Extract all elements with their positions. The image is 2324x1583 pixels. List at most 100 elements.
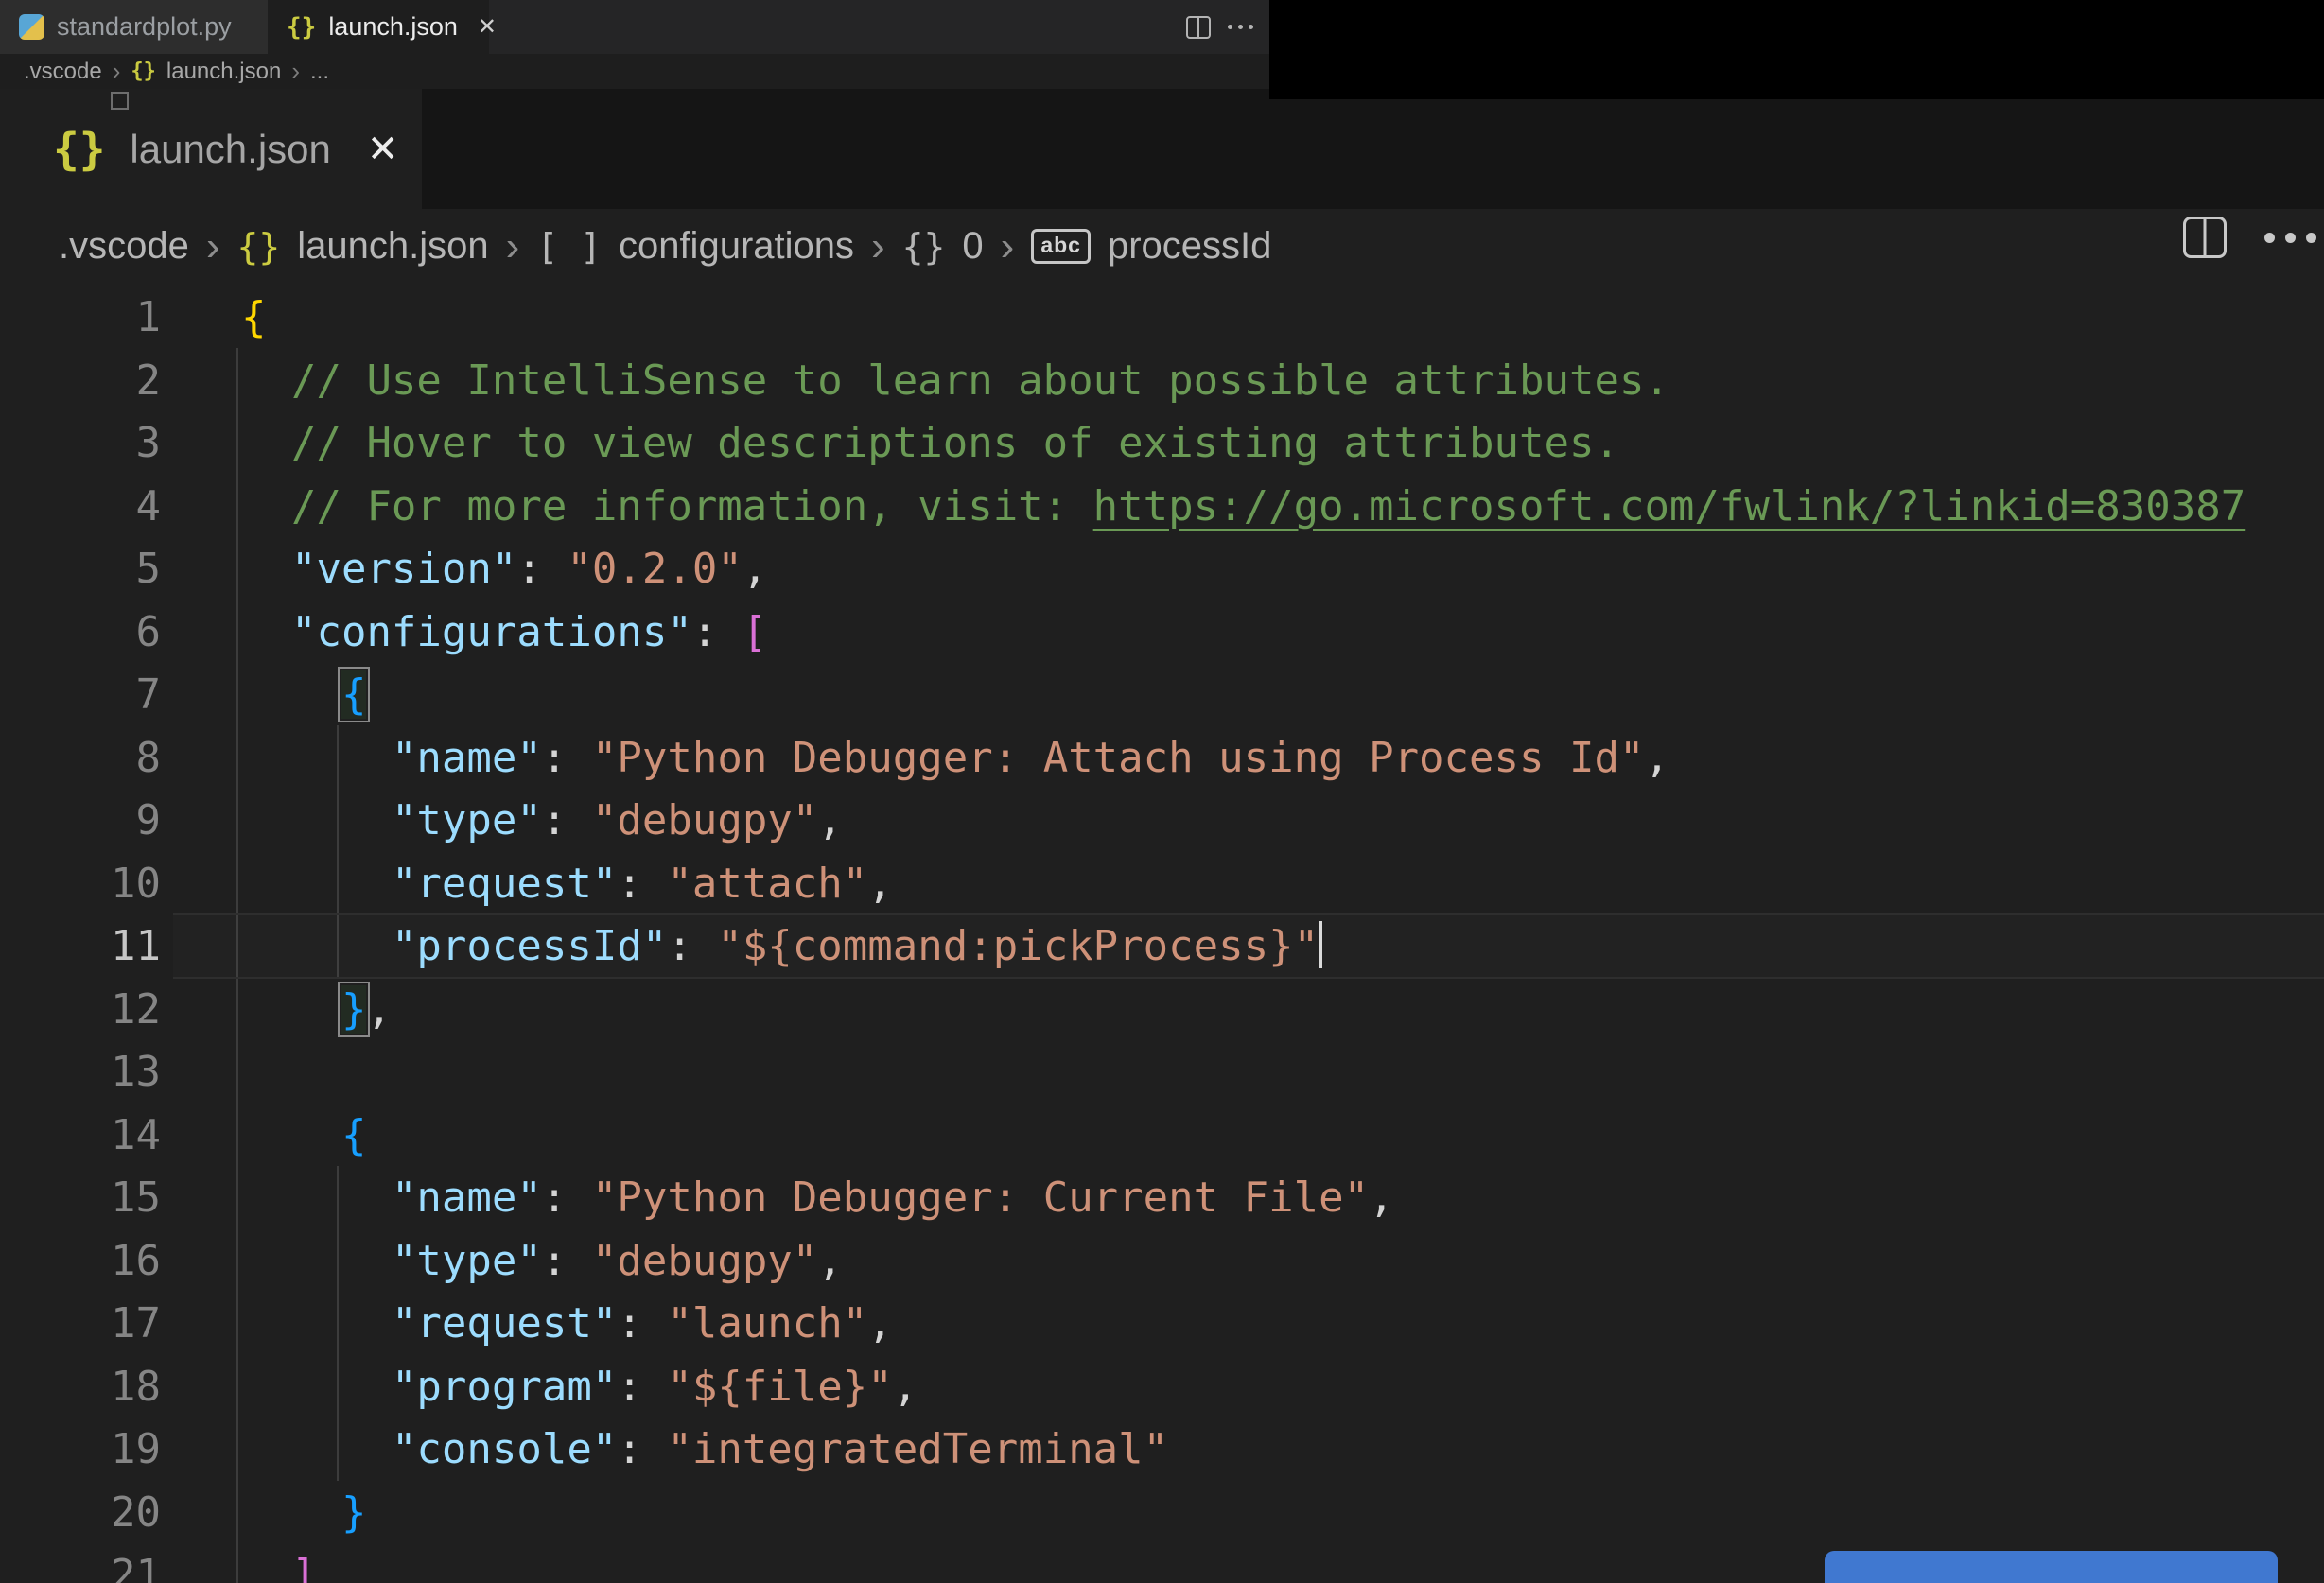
split-editor-icon[interactable] <box>1186 15 1211 39</box>
code-text: // Hover to view descriptions of existin… <box>241 411 1619 475</box>
tab-label: launch.json <box>130 126 331 171</box>
code-text: { <box>241 1104 367 1167</box>
line-number: 20 <box>111 1487 161 1537</box>
code-token: : <box>516 545 568 593</box>
line-number: 5 <box>135 545 162 593</box>
line-number: 6 <box>135 607 162 656</box>
code-line[interactable]: 16 "type": "debugpy", <box>0 1229 2324 1293</box>
code-line[interactable]: 18 "program": "${file}", <box>0 1355 2324 1418</box>
code-token: "name" <box>391 1174 542 1222</box>
code-text: "name": "Python Debugger: Current File", <box>241 1166 1394 1229</box>
code-token: "debugpy" <box>591 1236 818 1285</box>
code-token: "Python Debugger: Current File" <box>591 1174 1370 1222</box>
chevron-right-icon: › <box>505 222 520 270</box>
code-line[interactable]: 6 "configurations": [ <box>0 600 2324 664</box>
code-token: "type" <box>391 796 542 844</box>
chevron-right-icon: › <box>291 57 300 85</box>
line-number: 11 <box>111 922 161 970</box>
chevron-right-icon: › <box>112 57 121 85</box>
code-line[interactable]: 17 "request": "launch", <box>0 1292 2324 1355</box>
code-token: // Use IntelliSense to learn about possi… <box>290 356 1669 405</box>
code-line[interactable]: 13 <box>0 1040 2324 1104</box>
json-braces-icon: {} <box>287 12 317 42</box>
code-line[interactable]: 5 "version": "0.2.0", <box>0 537 2324 600</box>
code-token: : <box>541 796 592 844</box>
close-icon[interactable]: ✕ <box>478 13 497 41</box>
json-braces-icon: {} <box>53 123 106 175</box>
more-actions-icon[interactable] <box>1228 25 1253 29</box>
line-number: 18 <box>111 1362 161 1411</box>
json-braces-icon: {} <box>131 60 156 83</box>
code-token: : <box>691 607 743 656</box>
code-token: , <box>1369 1174 1394 1222</box>
code-token: "processId" <box>391 922 668 970</box>
breadcrumb-item[interactable]: configurations <box>619 225 854 268</box>
code-text: "request": "launch", <box>241 1292 893 1355</box>
mini-editor-actions <box>1186 0 1253 54</box>
code-token: "launch" <box>667 1299 868 1348</box>
code-token: : <box>617 1299 668 1348</box>
code-line[interactable]: 11 "processId": "${command:pickProcess}" <box>0 913 2324 979</box>
array-brackets-icon: [ ] <box>536 225 602 268</box>
breadcrumb-item[interactable]: launch.json <box>297 225 488 268</box>
code-token: : <box>667 922 718 970</box>
code-token: : <box>617 1425 668 1473</box>
breadcrumb-item[interactable]: launch.json <box>166 59 281 85</box>
code-token: , <box>867 859 893 908</box>
code-line[interactable]: 9 "type": "debugpy", <box>0 789 2324 852</box>
breadcrumb-item[interactable]: 0 <box>962 225 983 268</box>
line-number: 2 <box>135 356 162 405</box>
breadcrumb-item[interactable]: .vscode <box>24 59 102 85</box>
code-token: "console" <box>391 1425 618 1473</box>
breadcrumb-item[interactable]: .vscode <box>59 225 189 268</box>
breadcrumb-item[interactable]: ... <box>310 59 329 85</box>
code-token: "Python Debugger: Attach using Process I… <box>591 733 1645 782</box>
tab-bar-empty-area <box>422 89 2324 210</box>
tab-launch-json[interactable]: {} launch.json ✕ <box>0 89 422 209</box>
code-line[interactable]: 20} <box>0 1481 2324 1544</box>
code-text: // For more information, visit: https://… <box>241 475 2245 538</box>
code-token: { <box>338 667 371 722</box>
code-line[interactable]: 2 // Use IntelliSense to learn about poss… <box>0 349 2324 412</box>
code-line[interactable]: 3 // Hover to view descriptions of existi… <box>0 411 2324 475</box>
code-token: , <box>892 1362 918 1411</box>
breadcrumb: .vscode › {} launch.json › [ ] configurations ›… <box>0 209 2324 284</box>
text-cursor <box>1319 921 1323 968</box>
code-token: "integratedTerminal" <box>667 1425 1169 1473</box>
code-text: "program": "${file}", <box>241 1355 917 1418</box>
code-line[interactable]: 8 "name": "Python Debugger: Attach using … <box>0 726 2324 790</box>
code-line[interactable]: 4 // For more information, visit: https:/… <box>0 475 2324 538</box>
code-text: { <box>241 286 267 349</box>
line-number: 9 <box>135 796 162 844</box>
code-line[interactable]: 19 "console": "integratedTerminal" <box>0 1418 2324 1481</box>
mini-tab-standardplot-py[interactable]: standardplot.py <box>0 0 268 54</box>
split-editor-icon[interactable] <box>2183 217 2227 258</box>
code-token: // Hover to view descriptions of existin… <box>290 419 1619 467</box>
line-number: 16 <box>111 1236 161 1285</box>
link[interactable]: https://go.microsoft.com/fwlink/?linkid=… <box>1093 482 2246 531</box>
code-text: "type": "debugpy", <box>241 789 843 852</box>
more-actions-icon[interactable] <box>2264 232 2316 243</box>
code-token: , <box>817 796 843 844</box>
editor-actions <box>2183 217 2316 258</box>
breadcrumb-item[interactable]: processId <box>1108 225 1271 268</box>
close-icon[interactable]: ✕ <box>367 128 399 171</box>
code-line[interactable]: 1{ <box>0 286 2324 349</box>
code-line[interactable]: 14 { <box>0 1104 2324 1167</box>
code-line[interactable]: 12}, <box>0 978 2324 1041</box>
code-token: { <box>241 293 267 341</box>
chevron-right-icon: › <box>205 222 220 270</box>
add-configuration-button[interactable] <box>1825 1551 2278 1583</box>
code-token: , <box>1644 733 1669 782</box>
code-token: , <box>867 1299 893 1348</box>
code-line[interactable]: 7{ <box>0 663 2324 726</box>
code-editor[interactable]: 1{2// Use IntelliSense to learn about po… <box>0 284 2324 1583</box>
line-number: 12 <box>111 984 161 1034</box>
code-line[interactable]: 10 "request": "attach", <box>0 852 2324 915</box>
code-text: // Use IntelliSense to learn about possi… <box>241 349 1669 412</box>
line-number: 1 <box>135 293 162 341</box>
mini-tab-launch-json[interactable]: {} launch.json ✕ <box>268 0 497 54</box>
object-braces-icon: {} <box>901 225 946 268</box>
code-line[interactable]: 15 "name": "Python Debugger: Current File… <box>0 1166 2324 1229</box>
code-token: "configurations" <box>290 607 692 656</box>
